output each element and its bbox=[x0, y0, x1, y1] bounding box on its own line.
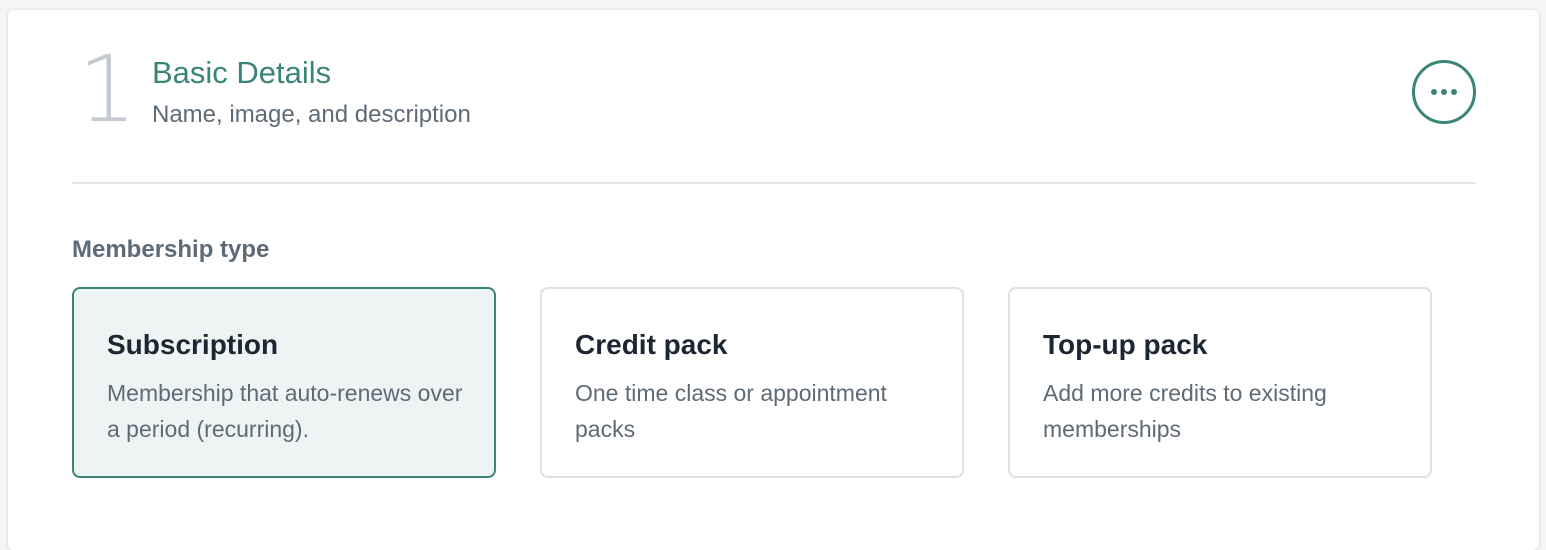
header-divider bbox=[72, 182, 1476, 184]
option-subscription[interactable]: Subscription Membership that auto-renews… bbox=[72, 287, 496, 478]
membership-type-label: Membership type bbox=[72, 236, 270, 263]
step-subtitle: Name, image, and description bbox=[152, 101, 471, 128]
option-title: Top-up pack bbox=[1043, 329, 1208, 360]
more-horizontal-icon bbox=[1431, 89, 1457, 95]
option-description: One time class or appointment packs bbox=[575, 380, 887, 442]
step-number: 1 bbox=[78, 36, 137, 143]
basic-details-card: 1 Basic Details Name, image, and descrip… bbox=[8, 10, 1539, 550]
option-credit-pack[interactable]: Credit pack One time class or appointmen… bbox=[540, 287, 964, 478]
more-options-button[interactable] bbox=[1412, 60, 1476, 124]
option-title: Subscription bbox=[107, 329, 279, 360]
option-title: Credit pack bbox=[575, 329, 728, 360]
option-top-up-pack[interactable]: Top-up pack Add more credits to existing… bbox=[1008, 287, 1432, 478]
step-title: Basic Details bbox=[152, 55, 332, 90]
option-description: Membership that auto-renews over a perio… bbox=[107, 380, 463, 442]
option-description: Add more credits to existing memberships bbox=[1043, 380, 1327, 442]
